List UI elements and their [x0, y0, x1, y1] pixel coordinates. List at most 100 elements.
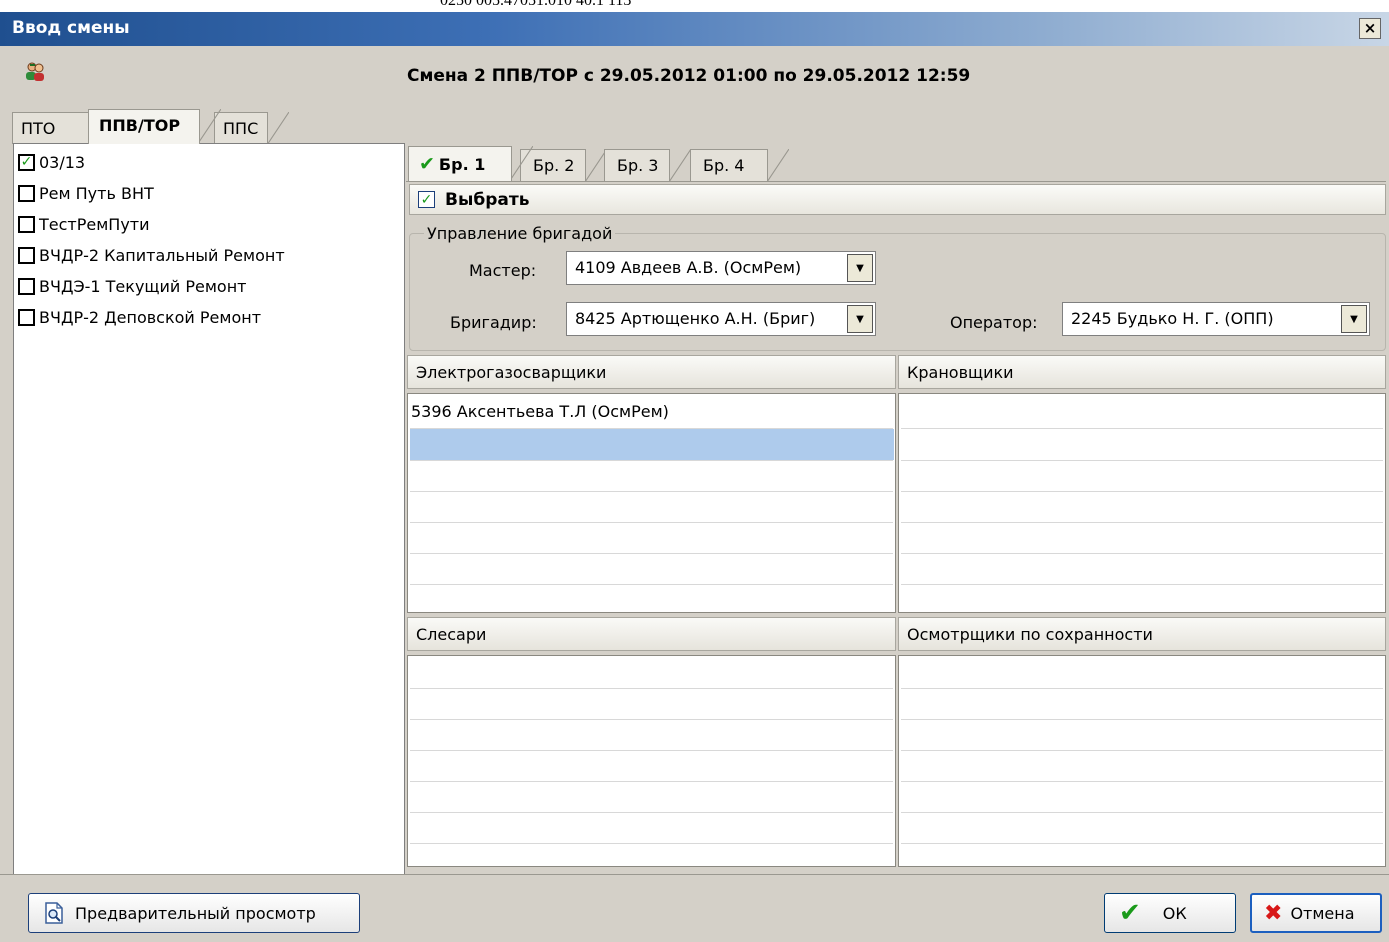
- inspectors-grid[interactable]: [898, 655, 1386, 867]
- preview-button[interactable]: Предварительный просмотр: [28, 893, 360, 933]
- foreman-select[interactable]: 8425 Артющенко А.Н. (Бриг) ▼: [566, 302, 876, 336]
- foreman-value: 8425 Артющенко А.Н. (Бриг): [575, 309, 816, 328]
- chevron-down-icon[interactable]: ▼: [1341, 305, 1367, 333]
- chevron-down-icon[interactable]: ▼: [847, 254, 873, 282]
- select-checkbox[interactable]: ✓: [418, 191, 435, 208]
- tab-brigade-3[interactable]: Бр. 3: [604, 149, 691, 182]
- team-item[interactable]: ВЧДР-2 Деповской Ремонт: [18, 305, 261, 329]
- background-window-strip: 0250 005.47051.010 40.1 113: [0, 0, 1389, 12]
- fitters-header[interactable]: Слесари: [407, 617, 896, 651]
- grid-line: [901, 522, 1383, 523]
- grid-line: [901, 781, 1383, 782]
- column-header-label: Осмотрщики по сохранности: [907, 625, 1153, 644]
- team-checkbox[interactable]: [18, 215, 35, 233]
- tabs-divider: [406, 181, 1386, 182]
- team-label: ВЧДР-2 Капитальный Ремонт: [39, 245, 285, 265]
- grid-line: [410, 553, 893, 554]
- window-title: Ввод смены: [12, 18, 130, 38]
- users-icon: [24, 61, 46, 83]
- team-item[interactable]: ✓ 03/13: [18, 150, 85, 174]
- tab-label: ППВ/ТОР: [99, 116, 181, 135]
- team-checkbox[interactable]: [18, 246, 35, 264]
- tab-ppv-tor[interactable]: ППВ/ТОР: [88, 109, 221, 144]
- team-checkbox[interactable]: [18, 184, 35, 202]
- grid-line: [410, 584, 893, 585]
- shift-heading: Смена 2 ППВ/ТОР с 29.05.2012 01:00 по 29…: [407, 66, 971, 86]
- operator-label: Оператор:: [950, 313, 1038, 332]
- team-checkbox[interactable]: [18, 277, 35, 295]
- grid-line: [410, 750, 893, 751]
- cancel-label: Отмена: [1290, 903, 1355, 923]
- grid-line: [901, 491, 1383, 492]
- team-item[interactable]: ВЧДР-2 Капитальный Ремонт: [18, 243, 285, 267]
- cancel-button[interactable]: ✖ Отмена: [1250, 893, 1382, 933]
- team-item[interactable]: ТестРемПути: [18, 212, 150, 236]
- selected-row[interactable]: [410, 429, 894, 460]
- operator-value: 2245 Будько Н. Г. (ОПП): [1071, 309, 1274, 328]
- operator-select[interactable]: 2245 Будько Н. Г. (ОПП) ▼: [1062, 302, 1370, 336]
- team-item[interactable]: Рем Путь ВНТ: [18, 181, 154, 205]
- grid-row-text[interactable]: 5396 Аксентьева Т.Л (ОсмРем): [411, 402, 669, 421]
- column-header-label: Слесари: [416, 625, 487, 644]
- preview-label: Предварительный просмотр: [75, 903, 316, 923]
- grid-line: [901, 750, 1383, 751]
- team-checkbox[interactable]: ✓: [18, 153, 35, 171]
- team-checkbox[interactable]: [18, 308, 35, 326]
- tab-label: ПТО: [21, 119, 56, 138]
- grid-line: [901, 553, 1383, 554]
- select-brigade-row[interactable]: ✓ Выбрать: [409, 184, 1386, 215]
- foreman-label: Бригадир:: [450, 313, 537, 332]
- tab-brigade-4[interactable]: Бр. 4: [690, 149, 789, 182]
- team-item[interactable]: ВЧДЭ-1 Текущий Ремонт: [18, 274, 247, 298]
- team-label: ТестРемПути: [39, 214, 150, 234]
- master-label: Мастер:: [469, 261, 537, 280]
- grid-line: [901, 843, 1383, 844]
- grid-line: [901, 719, 1383, 720]
- grid-line: [410, 719, 893, 720]
- bottom-divider: [0, 874, 1389, 875]
- check-icon: ✔: [419, 153, 435, 175]
- tab-label: Бр. 4: [703, 156, 745, 175]
- grid-line: [901, 428, 1383, 429]
- background-window-text: 0250 005.47051.010 40.1 113: [440, 0, 632, 9]
- tab-brigade-1[interactable]: ✔ Бр. 1: [408, 146, 533, 181]
- team-label: Рем Путь ВНТ: [39, 183, 154, 203]
- tab-label: Бр. 2: [533, 156, 575, 175]
- grid-line: [901, 688, 1383, 689]
- tab-label: Бр. 1: [438, 155, 486, 174]
- tab-pto[interactable]: ПТО: [12, 112, 111, 145]
- close-button[interactable]: ×: [1359, 18, 1381, 39]
- column-header-label: Электрогазосварщики: [416, 363, 607, 382]
- team-label: ВЧДР-2 Деповской Ремонт: [39, 307, 262, 327]
- welders-grid[interactable]: 5396 Аксентьева Т.Л (ОсмРем): [407, 393, 896, 613]
- team-list[interactable]: ✓ 03/13 Рем Путь ВНТ ТестРемПути ВЧДР-2 …: [13, 143, 405, 875]
- grid-line: [410, 812, 893, 813]
- master-value: 4109 Авдеев А.В. (ОсмРем): [575, 258, 802, 277]
- ok-button[interactable]: ✔ ОК: [1104, 893, 1236, 933]
- fitters-grid[interactable]: [407, 655, 896, 867]
- master-select[interactable]: 4109 Авдеев А.В. (ОсмРем) ▼: [566, 251, 876, 285]
- grid-line: [410, 460, 893, 461]
- tab-pps[interactable]: ППС: [214, 112, 289, 145]
- grid-line: [901, 812, 1383, 813]
- check-icon: ✔: [1119, 898, 1141, 928]
- select-label: Выбрать: [445, 189, 530, 210]
- tab-label: ППС: [223, 119, 259, 138]
- grid-line: [410, 522, 893, 523]
- crane-header[interactable]: Крановщики: [898, 355, 1386, 389]
- team-label: 03/13: [39, 152, 86, 172]
- chevron-down-icon[interactable]: ▼: [847, 305, 873, 333]
- group-legend: Управление бригадой: [424, 224, 616, 243]
- welders-header[interactable]: Электрогазосварщики: [407, 355, 896, 389]
- crane-grid[interactable]: [898, 393, 1386, 613]
- close-icon: ✖: [1264, 900, 1283, 926]
- grid-line: [410, 781, 893, 782]
- preview-icon: [43, 901, 65, 925]
- grid-line: [410, 491, 893, 492]
- title-bar[interactable]: Ввод смены ×: [0, 12, 1389, 46]
- grid-line: [410, 843, 893, 844]
- inspectors-header[interactable]: Осмотрщики по сохранности: [898, 617, 1386, 651]
- column-header-label: Крановщики: [907, 363, 1014, 382]
- ok-label: ОК: [1162, 903, 1187, 923]
- grid-line: [901, 460, 1383, 461]
